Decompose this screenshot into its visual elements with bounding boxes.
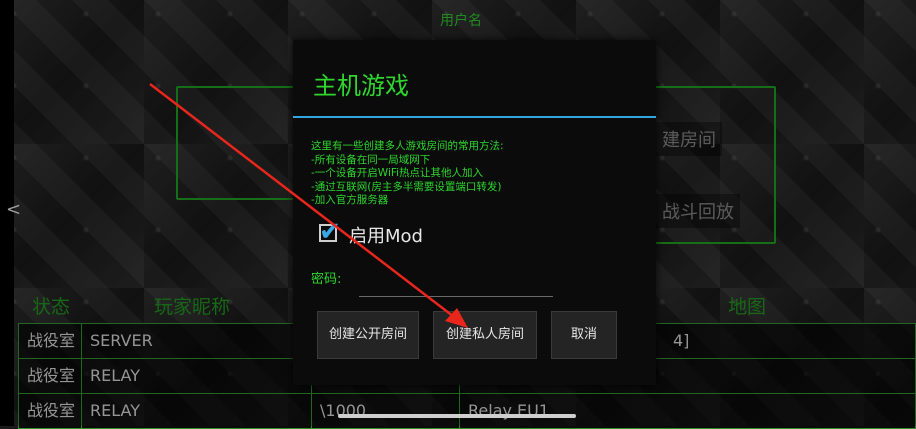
checkmark-icon: ✔ <box>319 217 341 247</box>
dialog-title: 主机游戏 <box>313 72 409 100</box>
create-private-room-button[interactable]: 创建私人房间 <box>433 311 537 359</box>
enable-mod-checkbox[interactable]: ✔ <box>319 218 341 246</box>
password-input[interactable] <box>359 266 553 297</box>
host-game-dialog: 主机游戏 这里有一些创建多人游戏房间的常用方法: -所有设备在同一局域网下 -一… <box>293 40 656 385</box>
home-indicator-bar[interactable] <box>338 414 576 418</box>
cancel-button[interactable]: 取消 <box>551 311 617 359</box>
enable-mod-label: 启用Mod <box>349 226 423 247</box>
dialog-description: 这里有一些创建多人游戏房间的常用方法: -所有设备在同一局域网下 -一个设备开启… <box>311 140 504 206</box>
title-separator <box>293 116 656 118</box>
password-label: 密码: <box>311 272 342 287</box>
create-public-room-button[interactable]: 创建公开房间 <box>317 311 419 359</box>
